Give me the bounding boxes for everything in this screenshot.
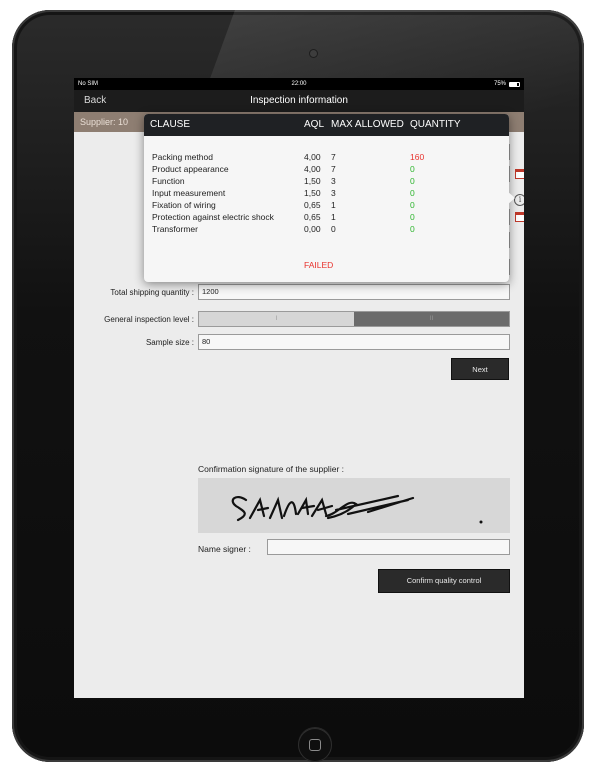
inspection-level-selector[interactable]: I II: [198, 311, 510, 327]
calendar-icon[interactable]: [515, 169, 524, 179]
clause-quantity: 0: [410, 164, 415, 174]
name-signer-field[interactable]: [267, 539, 510, 555]
clause-max-allowed: 3: [331, 176, 336, 186]
clause-row: Product appearance 4,00 7 0: [144, 164, 509, 176]
clause-row: Transformer 0,00 0 0: [144, 224, 509, 236]
signature-pad[interactable]: [198, 478, 510, 533]
clause-aql: 0,65: [304, 200, 321, 210]
clause-quantity: 0: [410, 212, 415, 222]
navigation-bar: Back Inspection information: [74, 90, 524, 112]
calendar-icon[interactable]: [515, 212, 524, 222]
clause-name: Transformer: [152, 224, 198, 234]
clause-row: Input measurement 1,50 3 0: [144, 188, 509, 200]
clause-name: Product appearance: [152, 164, 229, 174]
clause-name: Protection against electric shock: [152, 212, 274, 222]
clause-max-allowed: 1: [331, 212, 336, 222]
general-level-label: General inspection level :: [104, 315, 194, 324]
confirm-quality-control-button[interactable]: Confirm quality control: [378, 569, 510, 593]
battery-percent: 75%: [493, 81, 506, 87]
camera-icon: [310, 50, 317, 57]
app-screen: No SIM 22:00 75% Back Inspection informa…: [74, 78, 524, 698]
clause-aql: 4,00: [304, 164, 321, 174]
clause-max-allowed: 7: [331, 164, 336, 174]
clause-quantity: 0: [410, 200, 415, 210]
sample-size-field[interactable]: 80: [198, 334, 510, 350]
clause-row: Fixation of wiring 0,65 1 0: [144, 200, 509, 212]
header-quantity: QUANTITY: [410, 119, 461, 130]
level-option-1[interactable]: I: [199, 312, 354, 326]
home-button-icon: [309, 739, 321, 751]
clause-max-allowed: 3: [331, 188, 336, 198]
name-signer-label: Name signer :: [198, 544, 251, 554]
clause-name: Packing method: [152, 152, 213, 162]
battery-indicator: 75%: [494, 78, 520, 90]
clause-max-allowed: 0: [331, 224, 336, 234]
clause-aql: 4,00: [304, 152, 321, 162]
home-button[interactable]: [298, 728, 332, 762]
signature-drawing: [231, 494, 483, 524]
clause-quantity: 160: [410, 152, 425, 162]
popover-arrow: [507, 191, 515, 205]
header-max-allowed: MAX ALLOWED: [331, 119, 404, 130]
clause-quantity: 0: [410, 224, 415, 234]
clause-aql: 0,00: [304, 224, 321, 234]
clause-quantity: 0: [410, 188, 415, 198]
supplier-label: Supplier: 10: [80, 117, 129, 127]
clause-max-allowed: 1: [331, 200, 336, 210]
clause-aql: 1,50: [304, 176, 321, 186]
status-bar: No SIM 22:00 75%: [74, 78, 524, 90]
header-aql: AQL: [304, 119, 325, 130]
clause-name: Function: [152, 176, 185, 186]
next-button[interactable]: Next: [451, 358, 509, 380]
clause-name: Fixation of wiring: [152, 200, 216, 210]
clause-row: Function 1,50 3 0: [144, 176, 509, 188]
signature-label: Confirmation signature of the supplier :: [198, 464, 344, 474]
sample-size-label: Sample size :: [145, 338, 194, 347]
clause-name: Input measurement: [152, 188, 226, 198]
clause-aql: 1,50: [304, 188, 321, 198]
clause-max-allowed: 7: [331, 152, 336, 162]
popover-header: CLAUSE AQL MAX ALLOWED QUANTITY: [144, 114, 509, 136]
total-shipping-label: Total shipping quantity :: [110, 288, 194, 297]
clause-quantity: 0: [410, 176, 415, 186]
clause-aql: 0,65: [304, 212, 321, 222]
result-status: FAILED: [304, 260, 334, 270]
aql-results-popover: CLAUSE AQL MAX ALLOWED QUANTITY Packing …: [144, 114, 509, 282]
page-title: Inspection information: [250, 95, 348, 106]
total-shipping-field[interactable]: 1200: [198, 284, 510, 300]
clock: 22:00: [291, 81, 307, 87]
battery-icon: [509, 81, 520, 87]
level-option-2[interactable]: II: [354, 312, 509, 326]
info-icon[interactable]: i: [514, 194, 524, 206]
header-clause: CLAUSE: [150, 119, 191, 130]
clause-row: Packing method 4,00 7 160: [144, 152, 509, 164]
clause-row: Protection against electric shock 0,65 1 0: [144, 212, 509, 224]
